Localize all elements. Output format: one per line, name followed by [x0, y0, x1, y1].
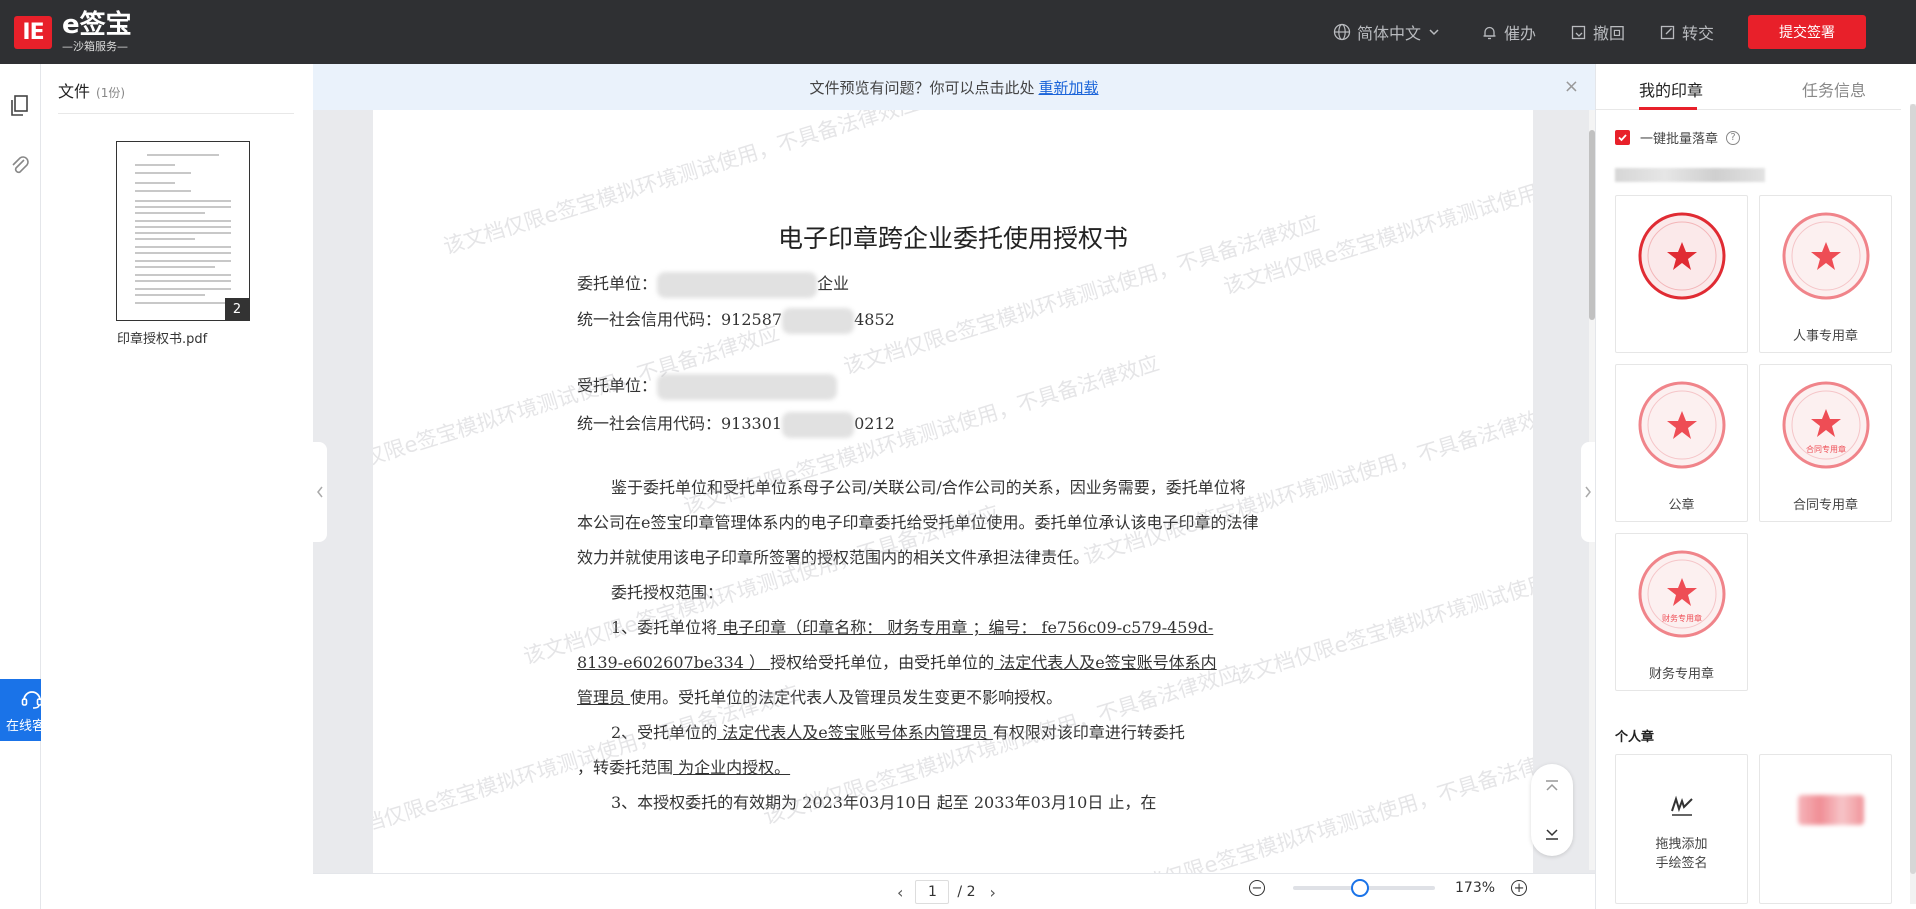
- seal-card[interactable]: [1615, 195, 1748, 353]
- chevron-down-icon: [1429, 29, 1439, 36]
- entrust-code-line: 统一社会信用代码：912587 4852: [577, 306, 895, 334]
- watermark: 该文档仅限e签宝模拟环境测试使用，不具备法律效应: [373, 320, 782, 489]
- watermark: 该文档仅限e签宝模拟环境测试使用，不具备法律效应: [1220, 130, 1533, 299]
- jump-controls: [1531, 764, 1573, 856]
- transfer-button[interactable]: 转交: [1659, 20, 1714, 44]
- chevron-left-icon: [317, 486, 323, 498]
- help-icon[interactable]: ?: [1726, 130, 1741, 145]
- next-page-icon[interactable]: ›: [989, 883, 995, 902]
- item1-line1: 1、委托单位将 电子印章（印章名称： 财务专用章 ；编号： fe756c09-c…: [611, 618, 1214, 637]
- prev-page-icon[interactable]: ‹: [897, 883, 903, 902]
- signature-icon: [1671, 795, 1693, 816]
- tab-task-info[interactable]: 任务信息: [1802, 77, 1866, 101]
- scroll-bottom-icon[interactable]: [1543, 824, 1561, 842]
- pager: ‹ 1 / 2 ›: [897, 880, 996, 904]
- seal-card[interactable]: 合同专用章 合同专用章: [1759, 364, 1892, 522]
- remind-button[interactable]: 催办: [1481, 20, 1536, 44]
- document-page: 电子印章跨企业委托使用授权书 委托单位： 企业 统一社会信用代码：912587 48…: [373, 89, 1533, 879]
- logo-mark: IE: [14, 15, 52, 49]
- language-select[interactable]: 简体中文: [1333, 20, 1447, 44]
- seal-card[interactable]: 财务专用章 财务专用章: [1615, 533, 1748, 691]
- zoom-out-icon[interactable]: −: [1249, 880, 1265, 896]
- file-name[interactable]: 印章授权书.pdf: [117, 328, 207, 347]
- revoke-button[interactable]: 撤回: [1570, 20, 1625, 44]
- page-input[interactable]: 1: [915, 880, 950, 904]
- bell-icon: [1483, 26, 1496, 39]
- revoke-icon: [1571, 25, 1586, 39]
- seal-card[interactable]: 公章: [1615, 364, 1748, 522]
- tab-my-seals[interactable]: 我的印章: [1639, 77, 1703, 101]
- para-line: 效力并就使用该电子印章所签署的授权范围内的相关文件承担法律责任。: [577, 548, 1090, 567]
- page-total: / 2: [957, 884, 976, 900]
- svg-text:合同专用章: 合同专用章: [1806, 444, 1846, 454]
- watermark: 该文档仅限e签宝模拟环境测试使用，不具备法律效应: [1230, 520, 1533, 689]
- seal-stamp-icon: [1638, 381, 1726, 469]
- logo: IE e签宝 —沙箱服务—: [14, 12, 132, 52]
- globe-icon: [1333, 23, 1351, 41]
- seal-stamp-icon: [1638, 212, 1726, 300]
- scroll-top-icon[interactable]: [1543, 778, 1561, 796]
- attachment-icon[interactable]: [6, 152, 34, 180]
- close-icon[interactable]: ×: [1564, 76, 1579, 97]
- entrust-unit-line: 委托单位： 企业: [577, 270, 849, 298]
- language-label: 简体中文: [1356, 24, 1421, 43]
- file-panel: 文件 (1份) 2 印章授权书.pdf: [41, 64, 313, 909]
- bottom-toolbar: ‹ 1 / 2 › − 173% +: [313, 873, 1595, 909]
- personal-seal-blurred: [1798, 795, 1864, 825]
- submit-sign-button[interactable]: 提交签署: [1748, 15, 1866, 49]
- collapse-right-handle[interactable]: [1581, 442, 1595, 542]
- collapse-left-handle[interactable]: [313, 442, 327, 542]
- reload-link[interactable]: 重新加载: [1039, 77, 1099, 98]
- seal-panel-tabs: 我的印章 任务信息: [1596, 64, 1901, 110]
- svg-text:财务专用章: 财务专用章: [1662, 613, 1702, 623]
- item2-line2: ，转委托范围 为企业内授权。: [577, 758, 791, 777]
- files-icon[interactable]: [6, 92, 34, 120]
- seal-panel-scrollbar[interactable]: [1910, 104, 1916, 904]
- chevron-right-icon: [1585, 486, 1591, 498]
- seal-stamp-icon: 财务专用章: [1638, 550, 1726, 638]
- personal-seal-heading: 个人章: [1615, 730, 1655, 745]
- document-title: 电子印章跨企业委托使用授权书: [777, 224, 1128, 253]
- brand-name: e签宝: [62, 10, 132, 40]
- file-panel-header: 文件 (1份): [58, 78, 294, 114]
- zoom-slider-handle[interactable]: [1351, 879, 1370, 897]
- seal-stamp-icon: [1782, 212, 1870, 300]
- brand-sub: —沙箱服务—: [62, 40, 128, 53]
- page-count-badge: 2: [225, 298, 249, 320]
- trustee-unit-line: 受托单位：: [577, 372, 838, 400]
- seal-panel: 我的印章 任务信息 一键批量落章 ? 人事专用章 公章 合同专用章 合同专用章 …: [1595, 64, 1916, 909]
- trustee-code-line: 统一社会信用代码：913301 0212: [577, 410, 895, 438]
- seal-stamp-icon: 合同专用章: [1782, 381, 1870, 469]
- item2-line1: 2、受托单位的 法定代表人及e签宝账号体系内管理员 有权限对该印章进行转委托: [611, 723, 1185, 742]
- document-preview: 文件预览有问题？你可以点击此处 重新加载 × 电子印章跨企业委托使用授权书 委托…: [313, 64, 1595, 909]
- item3-line1: 3、本授权委托的有效期为 2023年03月10日 起至 2033年03月10日 …: [611, 793, 1157, 812]
- organization-name-blurred: [1615, 168, 1765, 182]
- item1-line2: 8139-e602607be334 ） 授权给受托单位，由受托单位的 法定代表人…: [577, 653, 1217, 672]
- zoom-control: − 173% +: [1249, 879, 1528, 897]
- zoom-in-icon[interactable]: +: [1511, 880, 1528, 896]
- zoom-value: 173%: [1455, 880, 1496, 896]
- para-line: 鉴于委托单位和受托单位系母子公司/关联公司/合作公司的关系，因业务需要，委托单位…: [611, 478, 1246, 497]
- batch-stamp-option[interactable]: 一键批量落章 ?: [1615, 128, 1741, 147]
- item1-line3: 管理员 使用。受托单位的法定代表人及管理员发生变更不影响授权。: [577, 688, 1063, 707]
- transfer-icon: [1660, 25, 1675, 39]
- checkbox-checked-icon[interactable]: [1615, 130, 1630, 145]
- personal-seal-card[interactable]: [1759, 754, 1892, 904]
- para-line: 本公司在e签宝印章管理体系内的电子印章委托给受托单位使用。委托单位承认该电子印章…: [577, 513, 1259, 532]
- file-thumbnail[interactable]: 2: [116, 141, 250, 321]
- scope-heading: 委托授权范围：: [611, 583, 724, 602]
- watermark: 该文档仅限e签宝模拟环境测试使用，不具备法律效应: [1100, 740, 1533, 879]
- seal-card[interactable]: 人事专用章: [1759, 195, 1892, 353]
- active-tab-indicator: [1639, 107, 1697, 110]
- left-rail: [0, 64, 41, 909]
- zoom-slider[interactable]: [1293, 879, 1435, 897]
- reload-notice: 文件预览有问题？你可以点击此处 重新加载 ×: [313, 64, 1595, 110]
- top-bar: IE e签宝 —沙箱服务— 简体中文 催办 撤回 转交 提交签署: [0, 0, 1916, 64]
- add-signature-card[interactable]: 拖拽添加 手绘签名: [1615, 754, 1748, 904]
